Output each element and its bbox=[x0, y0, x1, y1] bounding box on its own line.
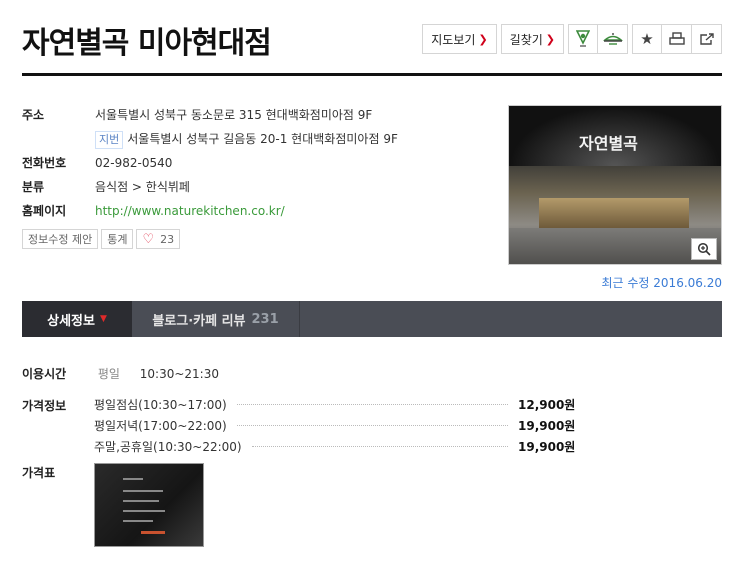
price-label: 가격정보 bbox=[22, 399, 67, 413]
hours-time: 10:30~21:30 bbox=[139, 367, 219, 381]
chevron-right-icon: ❯ bbox=[545, 32, 555, 46]
homepage-label: 홈페이지 bbox=[22, 204, 67, 218]
jibun-badge: 지번 bbox=[95, 131, 124, 149]
menu-logo-mark bbox=[141, 531, 165, 534]
hours-label: 이용시간 bbox=[22, 367, 67, 381]
tab-reviews-label: 블로그·카페 리뷰 bbox=[152, 313, 246, 329]
category-value: 음식점 > 한식뷔페 bbox=[95, 180, 190, 194]
homepage-row: 홈페이지 http://www.naturekitchen.co.kr/ bbox=[22, 199, 492, 223]
dotted-leader bbox=[236, 404, 508, 405]
price-name: 평일저녁(17:00~22:00) bbox=[94, 419, 227, 433]
top-toolbar: 지도보기 ❯ 길찾기 ❯ ★ bbox=[422, 24, 722, 54]
menu-label: 가격표 bbox=[22, 466, 56, 480]
price-value: 19,900원 bbox=[518, 419, 576, 433]
tab-details[interactable]: 상세정보 ▼ bbox=[22, 301, 132, 337]
photo-counter bbox=[539, 198, 689, 228]
zoom-icon bbox=[697, 242, 711, 256]
category-label: 분류 bbox=[22, 180, 45, 194]
page-title: 자연별곡 미아현대점 bbox=[22, 26, 272, 61]
price-name: 주말,공휴일(10:30~22:00) bbox=[94, 440, 242, 454]
icon-group-actions: ★ bbox=[632, 24, 722, 54]
address-row: 주소 서울특별시 성북구 동소문로 315 현대백화점미아점 9F 지번 서울특별… bbox=[22, 103, 492, 151]
price-value: 12,900원 bbox=[518, 398, 576, 412]
list-item: 주말,공휴일(10:30~22:00) 19,900원 bbox=[94, 436, 576, 457]
tab-details-label: 상세정보 bbox=[47, 313, 95, 329]
directions-button-label: 길찾기 bbox=[509, 32, 543, 47]
tab-reviews[interactable]: 블로그·카페 리뷰 231 bbox=[132, 301, 300, 337]
stats-button[interactable]: 통계 bbox=[101, 229, 134, 249]
print-icon bbox=[668, 32, 685, 45]
phone-value: 02-982-0540 bbox=[95, 156, 173, 170]
icon-group-place bbox=[568, 24, 628, 54]
menu-line bbox=[123, 478, 143, 480]
homepage-link[interactable]: http://www.naturekitchen.co.kr/ bbox=[95, 199, 285, 223]
price-name: 평일점심(10:30~17:00) bbox=[94, 398, 227, 412]
mini-actions: 정보수정 제안 통계 ♡ 23 bbox=[22, 229, 181, 249]
photo-floor bbox=[509, 228, 721, 264]
caret-down-icon: ▼ bbox=[99, 314, 107, 324]
print-button[interactable] bbox=[662, 24, 692, 54]
pin-button[interactable] bbox=[568, 24, 598, 54]
list-item: 평일저녁(17:00~22:00) 19,900원 bbox=[94, 415, 576, 436]
price-section-label: 가격정보 bbox=[22, 397, 94, 414]
title-divider bbox=[22, 73, 722, 76]
phone-label: 전화번호 bbox=[22, 156, 67, 170]
like-button[interactable]: ♡ 23 bbox=[136, 229, 181, 249]
heart-icon: ♡ bbox=[142, 231, 155, 247]
price-table-image[interactable] bbox=[94, 463, 204, 547]
map-button[interactable]: 지도보기 ❯ bbox=[422, 24, 497, 54]
menu-line bbox=[123, 490, 163, 492]
share-button[interactable] bbox=[692, 24, 722, 54]
map-button-label: 지도보기 bbox=[431, 32, 476, 47]
dotted-leader bbox=[251, 446, 508, 447]
menu-line bbox=[123, 500, 159, 502]
last-updated: 최근 수정 2016.06.20 bbox=[601, 276, 723, 290]
pin-icon bbox=[576, 30, 590, 47]
star-icon: ★ bbox=[640, 30, 654, 48]
suggest-edit-button[interactable]: 정보수정 제안 bbox=[22, 229, 99, 249]
list-item: 평일점심(10:30~17:00) 12,900원 bbox=[94, 394, 576, 415]
price-list: 평일점심(10:30~17:00) 12,900원 평일저녁(17:00~22:… bbox=[94, 394, 576, 457]
menu-section-label: 가격표 bbox=[22, 464, 94, 481]
phone-row: 전화번호 02-982-0540 bbox=[22, 151, 492, 175]
zoom-button[interactable] bbox=[691, 238, 717, 260]
hours-day: 평일 bbox=[97, 367, 120, 381]
menu-line bbox=[123, 510, 165, 512]
share-icon bbox=[699, 33, 714, 45]
address-value: 서울특별시 성북구 동소문로 315 현대백화점미아점 9F bbox=[95, 108, 373, 122]
info-section: 주소 서울특별시 성북구 동소문로 315 현대백화점미아점 9F 지번 서울특별… bbox=[22, 103, 492, 223]
favorite-button[interactable]: ★ bbox=[632, 24, 662, 54]
price-value: 19,900원 bbox=[518, 440, 576, 454]
directions-button[interactable]: 길찾기 ❯ bbox=[500, 24, 564, 54]
jibun-address: 서울특별시 성북구 길음동 20-1 현대백화점미아점 9F bbox=[127, 132, 398, 146]
bowl-icon bbox=[602, 33, 623, 45]
chevron-right-icon: ❯ bbox=[478, 32, 488, 46]
menu-line bbox=[123, 520, 153, 522]
address-label: 주소 bbox=[22, 108, 45, 122]
restaurant-photo[interactable]: 자연별곡 bbox=[508, 105, 722, 265]
tab-bar: 상세정보 ▼ 블로그·카페 리뷰 231 bbox=[22, 301, 722, 337]
like-count: 23 bbox=[160, 232, 175, 246]
tab-reviews-count: 231 bbox=[251, 311, 279, 327]
dotted-leader bbox=[236, 425, 508, 426]
photo-sign-text: 자연별곡 bbox=[579, 134, 638, 153]
category-row: 분류 음식점 > 한식뷔페 bbox=[22, 175, 492, 199]
hours-row: 이용시간 평일 10:30~21:30 bbox=[22, 365, 219, 382]
bowl-button[interactable] bbox=[598, 24, 628, 54]
